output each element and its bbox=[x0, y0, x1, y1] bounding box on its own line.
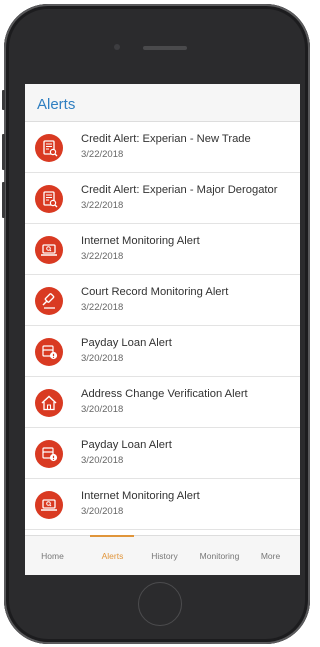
laptop-search-icon bbox=[35, 491, 63, 519]
earpiece-speaker bbox=[143, 46, 187, 50]
alert-date: 3/22/2018 bbox=[81, 302, 124, 313]
alert-date: 3/20/2018 bbox=[81, 353, 124, 364]
money-alert-icon bbox=[35, 338, 63, 366]
alert-title: Internet Monitoring Alert bbox=[81, 490, 200, 502]
alert-title: Credit Alert: Experian - Major Derogator bbox=[81, 184, 278, 196]
alert-date: 3/22/2018 bbox=[81, 149, 124, 160]
alert-item[interactable]: Credit Alert: Experian - Major Derogator… bbox=[25, 173, 300, 224]
alert-title: Payday Loan Alert bbox=[81, 439, 172, 451]
app-screen: Alerts Credit Alert: Experian - New Trad… bbox=[25, 84, 300, 575]
alert-item[interactable]: Credit Alert: Experian - New Trade 3/22/2… bbox=[25, 122, 300, 173]
active-tab-indicator bbox=[90, 535, 134, 537]
page-title: Alerts bbox=[37, 96, 76, 113]
volume-up-button bbox=[2, 134, 5, 170]
alert-date: 3/22/2018 bbox=[81, 251, 124, 262]
alert-item[interactable]: Payday Loan Alert 3/20/2018 bbox=[25, 428, 300, 479]
home-button[interactable] bbox=[138, 582, 182, 626]
alert-date: 3/20/2018 bbox=[81, 506, 124, 517]
alert-title: Credit Alert: Experian - New Trade bbox=[81, 133, 251, 145]
money-alert-icon bbox=[35, 440, 63, 468]
gavel-icon bbox=[35, 287, 63, 315]
alert-item[interactable]: Internet Monitoring Alert 3/22/2018 bbox=[25, 224, 300, 275]
front-camera bbox=[114, 44, 120, 50]
alert-date: 3/20/2018 bbox=[81, 455, 124, 466]
alert-item[interactable]: Court Record Monitoring Alert 3/22/2018 bbox=[25, 275, 300, 326]
alert-list[interactable]: Credit Alert: Experian - New Trade 3/22/2… bbox=[25, 122, 300, 535]
alert-date: 3/22/2018 bbox=[81, 200, 124, 211]
tab-bar: Home Alerts History Monitoring More bbox=[25, 535, 300, 575]
document-search-icon bbox=[35, 185, 63, 213]
volume-down-button bbox=[2, 182, 5, 218]
house-icon bbox=[35, 389, 63, 417]
alert-title: Internet Monitoring Alert bbox=[81, 235, 200, 247]
tab-more[interactable]: More bbox=[243, 551, 298, 561]
mute-switch bbox=[2, 90, 5, 110]
alert-item[interactable]: Payday Loan Alert 3/20/2018 bbox=[25, 326, 300, 377]
alert-date: 3/20/2018 bbox=[81, 404, 124, 415]
tab-history[interactable]: History bbox=[137, 551, 192, 561]
tab-alerts[interactable]: Alerts bbox=[85, 551, 140, 561]
alert-item[interactable]: Internet Monitoring Alert 3/20/2018 bbox=[25, 479, 300, 530]
laptop-search-icon bbox=[35, 236, 63, 264]
alert-title: Court Record Monitoring Alert bbox=[81, 286, 229, 298]
app-header: Alerts bbox=[25, 84, 300, 122]
tab-home[interactable]: Home bbox=[25, 551, 80, 561]
tab-monitoring[interactable]: Monitoring bbox=[192, 551, 247, 561]
document-search-icon bbox=[35, 134, 63, 162]
alert-title: Payday Loan Alert bbox=[81, 337, 172, 349]
alert-title: Address Change Verification Alert bbox=[81, 388, 248, 400]
alert-item[interactable]: Address Change Verification Alert 3/20/20… bbox=[25, 377, 300, 428]
